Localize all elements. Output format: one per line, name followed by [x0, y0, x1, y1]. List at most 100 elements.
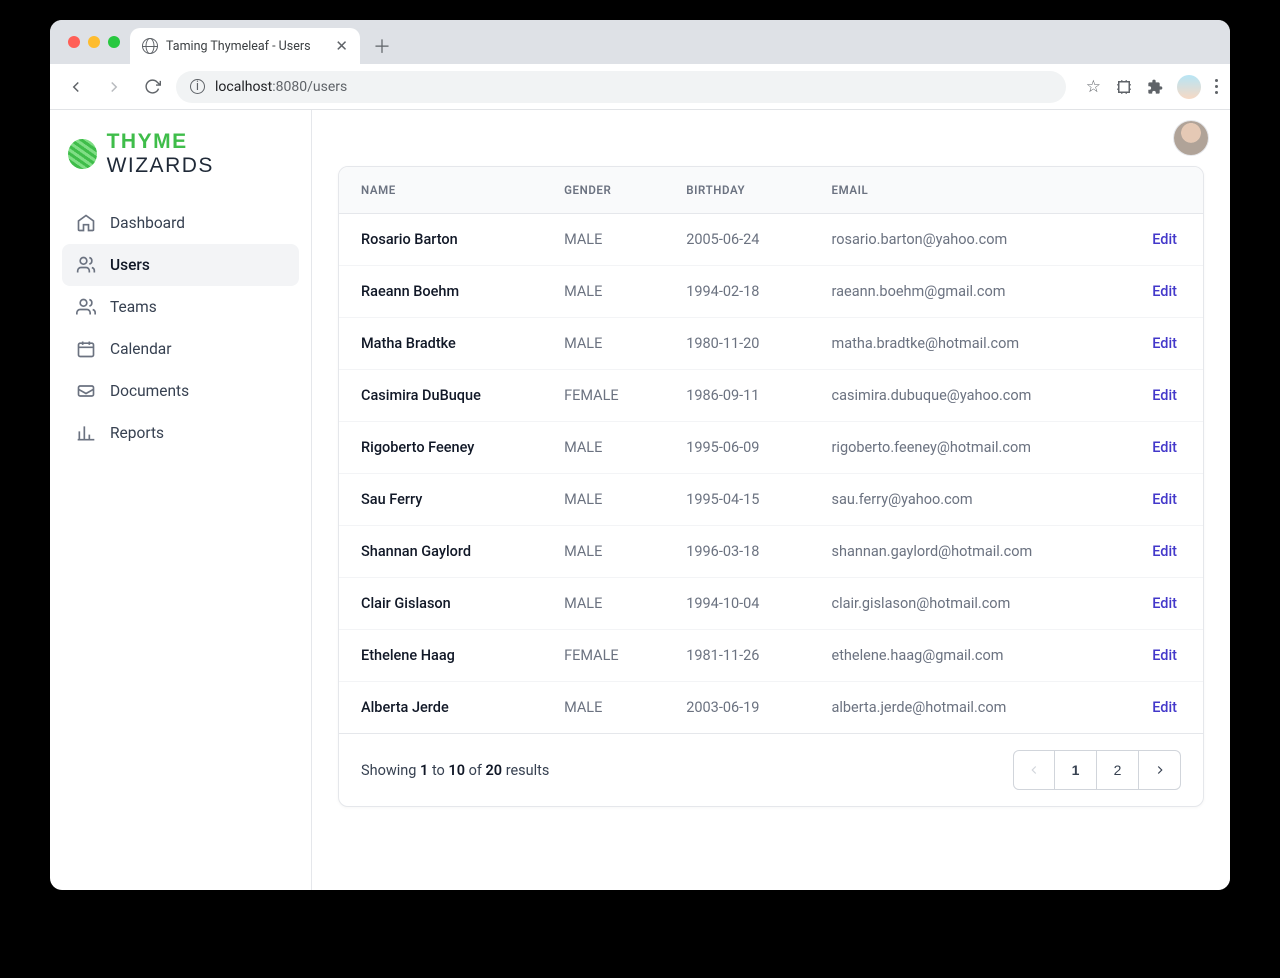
cell-name: Alberta Jerde [339, 682, 542, 734]
edit-link[interactable]: Edit [1152, 647, 1177, 664]
cell-name: Sau Ferry [339, 474, 542, 526]
sidebar-item-label: Teams [110, 298, 157, 316]
cell-email: raeann.boehm@gmail.com [810, 266, 1113, 318]
users-table-card: NAME GENDER BIRTHDAY EMAIL Rosario Barto… [338, 166, 1204, 807]
cell-edit: Edit [1113, 214, 1203, 266]
cell-edit: Edit [1113, 266, 1203, 318]
edit-link[interactable]: Edit [1152, 699, 1177, 716]
sidebar-item-reports[interactable]: Reports [62, 412, 299, 454]
new-tab-button[interactable]: ＋ [368, 32, 396, 60]
sidebar-item-calendar[interactable]: Calendar [62, 328, 299, 370]
logo-text: THYME WIZARDS [107, 130, 293, 178]
edit-link[interactable]: Edit [1152, 283, 1177, 300]
cell-gender: MALE [542, 214, 664, 266]
edit-link[interactable]: Edit [1152, 595, 1177, 612]
edit-link[interactable]: Edit [1152, 231, 1177, 248]
cell-birthday: 1981-11-26 [664, 630, 809, 682]
table-row: Shannan GaylordMALE1996-03-18shannan.gay… [339, 526, 1203, 578]
forward-button[interactable] [100, 73, 128, 101]
cell-edit: Edit [1113, 578, 1203, 630]
browser-tab[interactable]: Taming Thymeleaf - Users ✕ [130, 28, 360, 64]
cell-gender: MALE [542, 422, 664, 474]
cell-email: clair.gislason@hotmail.com [810, 578, 1113, 630]
cell-name: Ethelene Haag [339, 630, 542, 682]
minimize-window-button[interactable] [88, 36, 100, 48]
sidebar-item-dashboard[interactable]: Dashboard [62, 202, 299, 244]
users-table: NAME GENDER BIRTHDAY EMAIL Rosario Barto… [339, 167, 1203, 734]
table-row: Raeann BoehmMALE1994-02-18raeann.boehm@g… [339, 266, 1203, 318]
close-window-button[interactable] [68, 36, 80, 48]
cell-name: Rigoberto Feeney [339, 422, 542, 474]
table-row: Clair GislasonMALE1994-10-04clair.gislas… [339, 578, 1203, 630]
page-2-button[interactable]: 2 [1097, 750, 1139, 790]
sidebar-item-users[interactable]: Users [62, 244, 299, 286]
table-row: Casimira DuBuqueFEMALE1986-09-11casimira… [339, 370, 1203, 422]
cell-edit: Edit [1113, 318, 1203, 370]
sidebar-item-label: Users [110, 256, 150, 274]
teams-icon [76, 297, 96, 317]
page-1-button[interactable]: 1 [1055, 750, 1097, 790]
cell-name: Rosario Barton [339, 214, 542, 266]
cell-name: Matha Bradtke [339, 318, 542, 370]
bookmark-star-icon[interactable]: ☆ [1086, 77, 1101, 97]
site-info-icon[interactable]: i [190, 79, 205, 94]
sidebar-item-label: Reports [110, 424, 164, 442]
cell-email: sau.ferry@yahoo.com [810, 474, 1113, 526]
extensions-icon[interactable] [1147, 79, 1163, 95]
cell-birthday: 2003-06-19 [664, 682, 809, 734]
users-icon [76, 255, 96, 275]
address-bar[interactable]: i localhost:8080/users [176, 71, 1066, 103]
cell-edit: Edit [1113, 630, 1203, 682]
cell-gender: FEMALE [542, 370, 664, 422]
results-summary: Showing 1 to 10 of 20 results [361, 762, 549, 779]
sidebar-item-documents[interactable]: Documents [62, 370, 299, 412]
cell-email: matha.bradtke@hotmail.com [810, 318, 1113, 370]
page-prev-button[interactable] [1013, 750, 1055, 790]
page-next-button[interactable] [1139, 750, 1181, 790]
edit-link[interactable]: Edit [1152, 335, 1177, 352]
cell-birthday: 1994-10-04 [664, 578, 809, 630]
cell-birthday: 1996-03-18 [664, 526, 809, 578]
url-host: localhost:8080/users [215, 79, 347, 95]
edit-link[interactable]: Edit [1152, 387, 1177, 404]
edit-link[interactable]: Edit [1152, 543, 1177, 560]
edit-link[interactable]: Edit [1152, 491, 1177, 508]
profile-avatar-icon[interactable] [1177, 75, 1201, 99]
window-controls [62, 20, 130, 64]
sidebar-item-teams[interactable]: Teams [62, 286, 299, 328]
cell-birthday: 1980-11-20 [664, 318, 809, 370]
calendar-icon [76, 339, 96, 359]
table-row: Matha BradtkeMALE1980-11-20matha.bradtke… [339, 318, 1203, 370]
browser-menu-icon[interactable] [1215, 79, 1218, 94]
pagination: 12 [1013, 750, 1181, 790]
user-avatar[interactable] [1174, 121, 1208, 155]
reload-button[interactable] [138, 73, 166, 101]
table-row: Ethelene HaagFEMALE1981-11-26ethelene.ha… [339, 630, 1203, 682]
reports-icon [76, 423, 96, 443]
sidebar-item-label: Documents [110, 382, 189, 400]
cell-gender: MALE [542, 578, 664, 630]
cell-gender: MALE [542, 682, 664, 734]
app-topbar [312, 110, 1230, 166]
cell-email: rosario.barton@yahoo.com [810, 214, 1113, 266]
cell-edit: Edit [1113, 370, 1203, 422]
documents-icon [76, 381, 96, 401]
cell-gender: MALE [542, 474, 664, 526]
cell-birthday: 1995-06-09 [664, 422, 809, 474]
col-birthday: BIRTHDAY [664, 167, 809, 214]
cell-birthday: 2005-06-24 [664, 214, 809, 266]
col-actions [1113, 167, 1203, 214]
globe-icon [142, 38, 158, 54]
browser-tab-bar: Taming Thymeleaf - Users ✕ ＋ [50, 20, 1230, 64]
edit-link[interactable]: Edit [1152, 439, 1177, 456]
responsive-icon[interactable] [1115, 78, 1133, 96]
cell-gender: MALE [542, 526, 664, 578]
back-button[interactable] [62, 73, 90, 101]
close-tab-icon[interactable]: ✕ [335, 37, 348, 55]
app-logo: THYME WIZARDS [62, 130, 299, 196]
table-footer: Showing 1 to 10 of 20 results 12 [339, 734, 1203, 806]
cell-birthday: 1986-09-11 [664, 370, 809, 422]
col-gender: GENDER [542, 167, 664, 214]
home-icon [76, 213, 96, 233]
maximize-window-button[interactable] [108, 36, 120, 48]
